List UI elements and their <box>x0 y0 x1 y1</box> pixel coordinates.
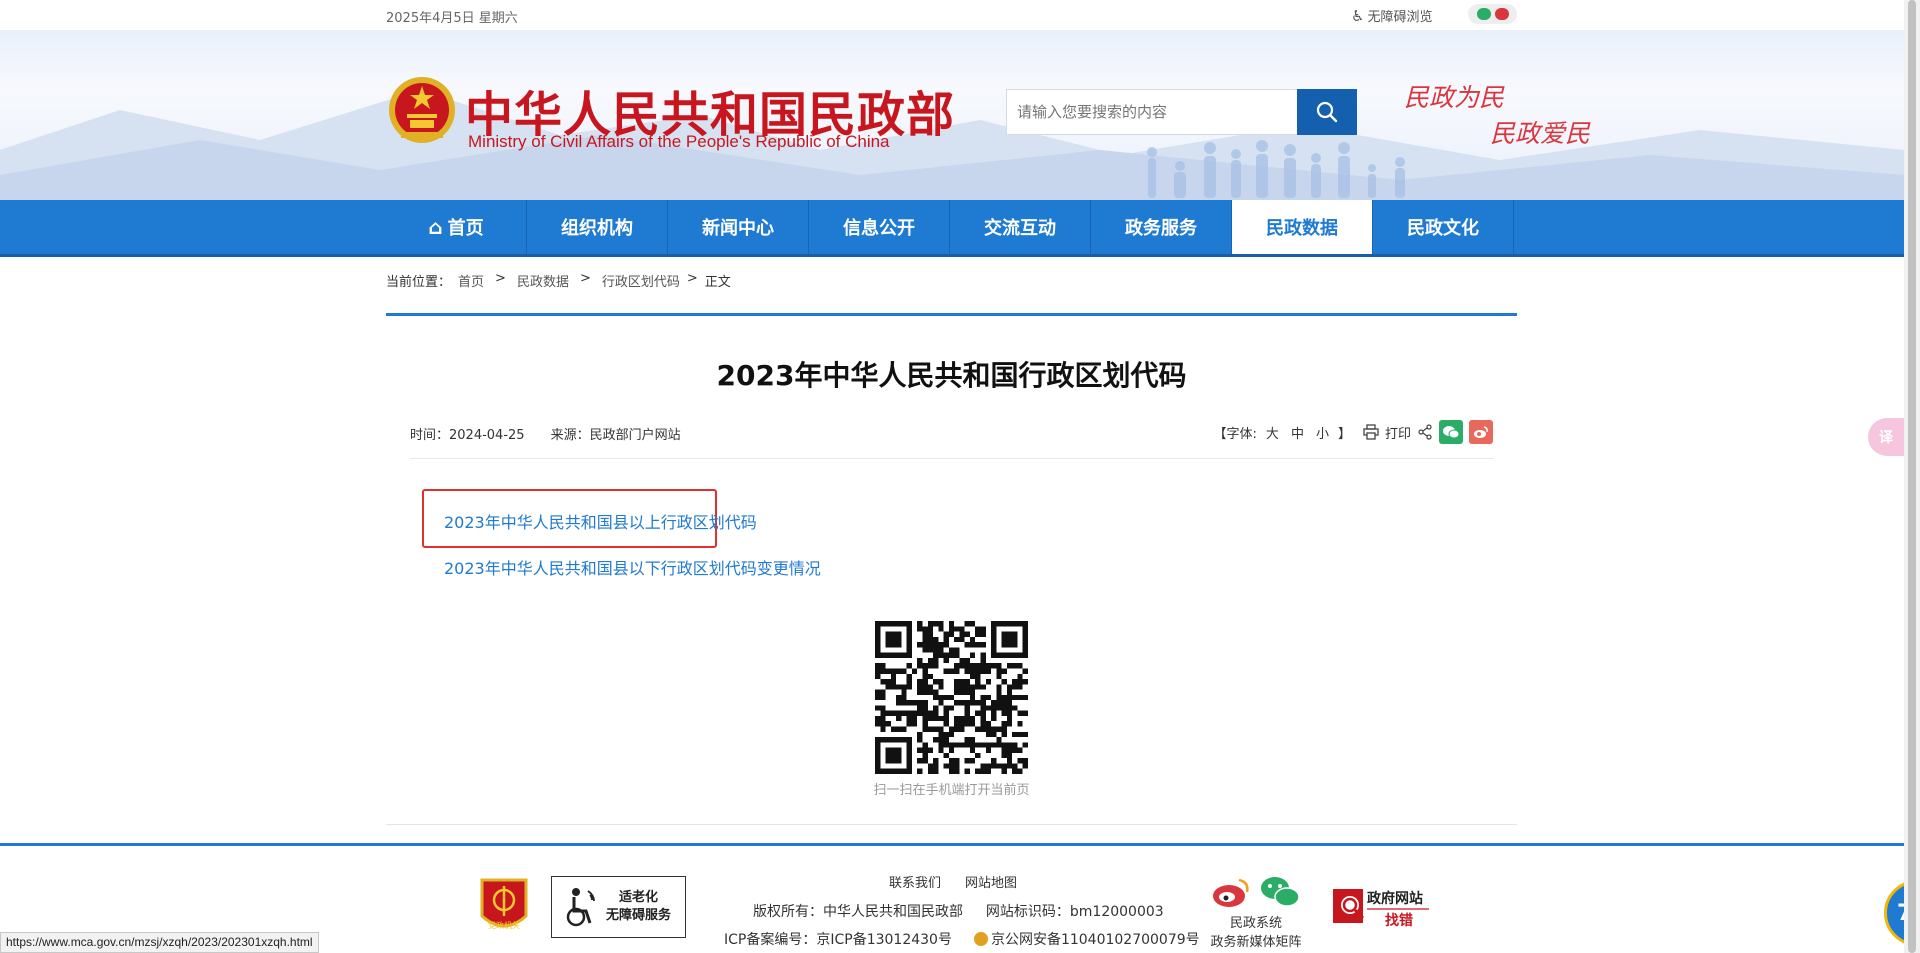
accessibility-label: 无障碍浏览 <box>1367 10 1433 25</box>
aging-line-2: 无障碍服务 <box>606 908 672 923</box>
police-record-text: 京公网安备11040102700079号 <box>990 932 1200 948</box>
top-bar: 2025年4月5日 星期六 ♿ 无障碍浏览 <box>0 0 1904 30</box>
weibo-icon <box>1213 878 1249 907</box>
breadcrumb-division-codes[interactable]: 行政区划代码 <box>602 271 680 290</box>
footer-links: 联系我们 网站地图 <box>889 872 1017 891</box>
link-county-below-changes[interactable]: 2023年中华人民共和国县以下行政区划代码变更情况 <box>444 555 821 579</box>
publish-time: 时间：2024-04-25 <box>410 428 525 443</box>
nav-item-info-disclosure[interactable]: 信息公开 <box>809 200 950 254</box>
breadcrumb-separator: > <box>579 271 591 286</box>
nav-item-label: 交流互动 <box>984 218 1056 239</box>
wechat-icon <box>1261 877 1300 907</box>
article-panel: 2023年中华人民共和国行政区划代码 时间：2024-04-25 来源：民政部门… <box>386 313 1517 825</box>
share-wechat-icon[interactable] <box>1439 420 1463 444</box>
media-matrix-line-1: 民政系统 <box>1229 916 1282 931</box>
share-weibo-icon[interactable] <box>1469 420 1493 444</box>
nav-item-news[interactable]: 新闻中心 <box>668 200 809 254</box>
nav-item-label: 信息公开 <box>843 218 915 239</box>
media-matrix-line-2: 政务新媒体矩阵 <box>1210 935 1302 950</box>
site-id-text: 网站标识码：bm12000003 <box>985 904 1164 920</box>
slogan-line-1: 民政为民 <box>1404 83 1505 112</box>
translate-label: 译 <box>1879 430 1893 446</box>
breadcrumb-home[interactable]: 首页 <box>458 271 484 290</box>
article-title: 2023年中华人民共和国行政区划代码 <box>716 359 1187 392</box>
nav-item-label: 政务服务 <box>1125 218 1197 239</box>
nav-item-data[interactable]: 民政数据 <box>1232 200 1373 254</box>
nav-item-label: 首页 <box>447 218 484 239</box>
sitemap-link[interactable]: 网站地图 <box>965 872 1017 891</box>
print-button[interactable]: 打印 <box>1385 423 1411 442</box>
footer-record-line: ICP备案编号：京ICP备13012430号 京公网安备110401027000… <box>724 929 1200 949</box>
icp-record-link[interactable]: ICP备案编号：京ICP备13012430号 <box>724 929 952 949</box>
nav-item-organization[interactable]: 组织机构 <box>527 200 668 254</box>
find-bug-line-2: 找错 <box>1385 912 1413 929</box>
nav-item-label: 民政数据 <box>1266 218 1338 239</box>
printer-icon[interactable] <box>1363 424 1379 440</box>
breadcrumb-prefix: 当前位置： <box>386 275 452 290</box>
nav-item-gov-services[interactable]: 政务服务 <box>1091 200 1232 254</box>
nav-item-label: 新闻中心 <box>702 218 774 239</box>
report-error-button[interactable]: 政府网站 找错 <box>1333 883 1433 933</box>
status-bar-url: https://www.mca.gov.cn/mzsj/xzqh/2023/20… <box>0 932 319 953</box>
font-size-label-close: 】 <box>1337 426 1351 442</box>
home-icon: ⌂ <box>428 215 443 239</box>
breadcrumb-separator: > <box>686 271 698 286</box>
article-divider <box>410 458 1493 459</box>
breadcrumb: 当前位置： 首页 > 民政数据 > 行政区划代码 > 正文 <box>386 271 731 290</box>
aging-accessibility-button[interactable]: 适老化 无障碍服务 <box>551 876 686 938</box>
article-source: 来源：民政部门户网站 <box>550 428 681 443</box>
font-size-medium[interactable]: 中 <box>1288 423 1307 442</box>
footer-copyright-line: 版权所有：中华人民共和国民政部 网站标识码：bm12000003 <box>753 901 1164 921</box>
font-size-label: 【字体: <box>1213 426 1257 442</box>
wheelchair-icon: ♿ <box>1351 6 1365 25</box>
police-badge-icon <box>973 932 988 946</box>
qr-caption: 扫一扫在手机端打开当前页 <box>873 783 1030 798</box>
people-silhouette-decoration <box>1147 140 1405 198</box>
wechat-icon[interactable] <box>1476 8 1491 20</box>
contact-us-link[interactable]: 联系我们 <box>889 872 941 891</box>
breadcrumb-data[interactable]: 民政数据 <box>517 271 569 290</box>
nav-item-home[interactable]: ⌂ 首页 <box>386 200 527 254</box>
font-size-small[interactable]: 小 <box>1313 423 1332 442</box>
media-matrix-link[interactable]: 民政系统 政务新媒体矩阵 <box>1206 874 1306 950</box>
breadcrumb-separator: > <box>495 271 506 286</box>
national-emblem-logo[interactable] <box>387 74 457 148</box>
article-meta: 时间：2024-04-25 来源：民政部门户网站 <box>410 424 681 443</box>
main-nav: ⌂ 首页 组织机构 新闻中心 信息公开 交流互动 政务服务 民政数据 民政文化 <box>0 200 1904 257</box>
aging-line-1: 适老化 <box>619 890 659 905</box>
wheelchair-icon <box>566 888 595 927</box>
nav-item-interaction[interactable]: 交流互动 <box>950 200 1091 254</box>
qr-code <box>875 621 1028 774</box>
party-gov-badge-text: 党政机关 <box>488 920 520 930</box>
find-bug-line-1: 政府网站 <box>1367 890 1423 907</box>
link-county-above-codes[interactable]: 2023年中华人民共和国县以上行政区划代码 <box>444 509 757 533</box>
translate-icon[interactable]: 译 <box>1868 418 1904 456</box>
search-input[interactable] <box>1006 89 1297 135</box>
copyright-text: 版权所有：中华人民共和国民政部 <box>753 904 963 920</box>
site-title-en: Ministry of Civil Affairs of the People'… <box>468 132 890 151</box>
breadcrumb-current: 正文 <box>704 275 731 290</box>
share-icon[interactable] <box>1417 424 1433 440</box>
article-tools: 【字体: 大 中 小 】 打印 <box>1214 420 1493 444</box>
party-gov-badge[interactable]: 党政机关 <box>478 876 530 938</box>
search-bar <box>1006 89 1357 135</box>
search-icon <box>1316 101 1338 123</box>
nav-item-culture[interactable]: 民政文化 <box>1373 200 1514 254</box>
search-button[interactable] <box>1297 89 1357 135</box>
page-scrollbar[interactable] <box>1904 0 1920 953</box>
font-size-large[interactable]: 大 <box>1263 423 1282 442</box>
weibo-icon[interactable] <box>1494 8 1509 20</box>
nav-item-label: 组织机构 <box>561 218 633 239</box>
slogan-line-2: 民政爱民 <box>1490 119 1591 148</box>
top-social-links <box>1468 4 1517 24</box>
police-record-link[interactable]: 京公网安备11040102700079号 <box>973 929 1200 949</box>
current-date: 2025年4月5日 星期六 <box>386 11 518 26</box>
aging-service-text: 适老化 无障碍服务 <box>606 889 671 925</box>
nav-item-label: 民政文化 <box>1407 218 1479 239</box>
accessibility-link[interactable]: ♿ 无障碍浏览 <box>1351 6 1433 26</box>
site-header: 中华人民共和国民政部 Ministry of Civil Affairs of … <box>0 30 1904 200</box>
scrollbar-thumb[interactable] <box>1908 0 1916 953</box>
